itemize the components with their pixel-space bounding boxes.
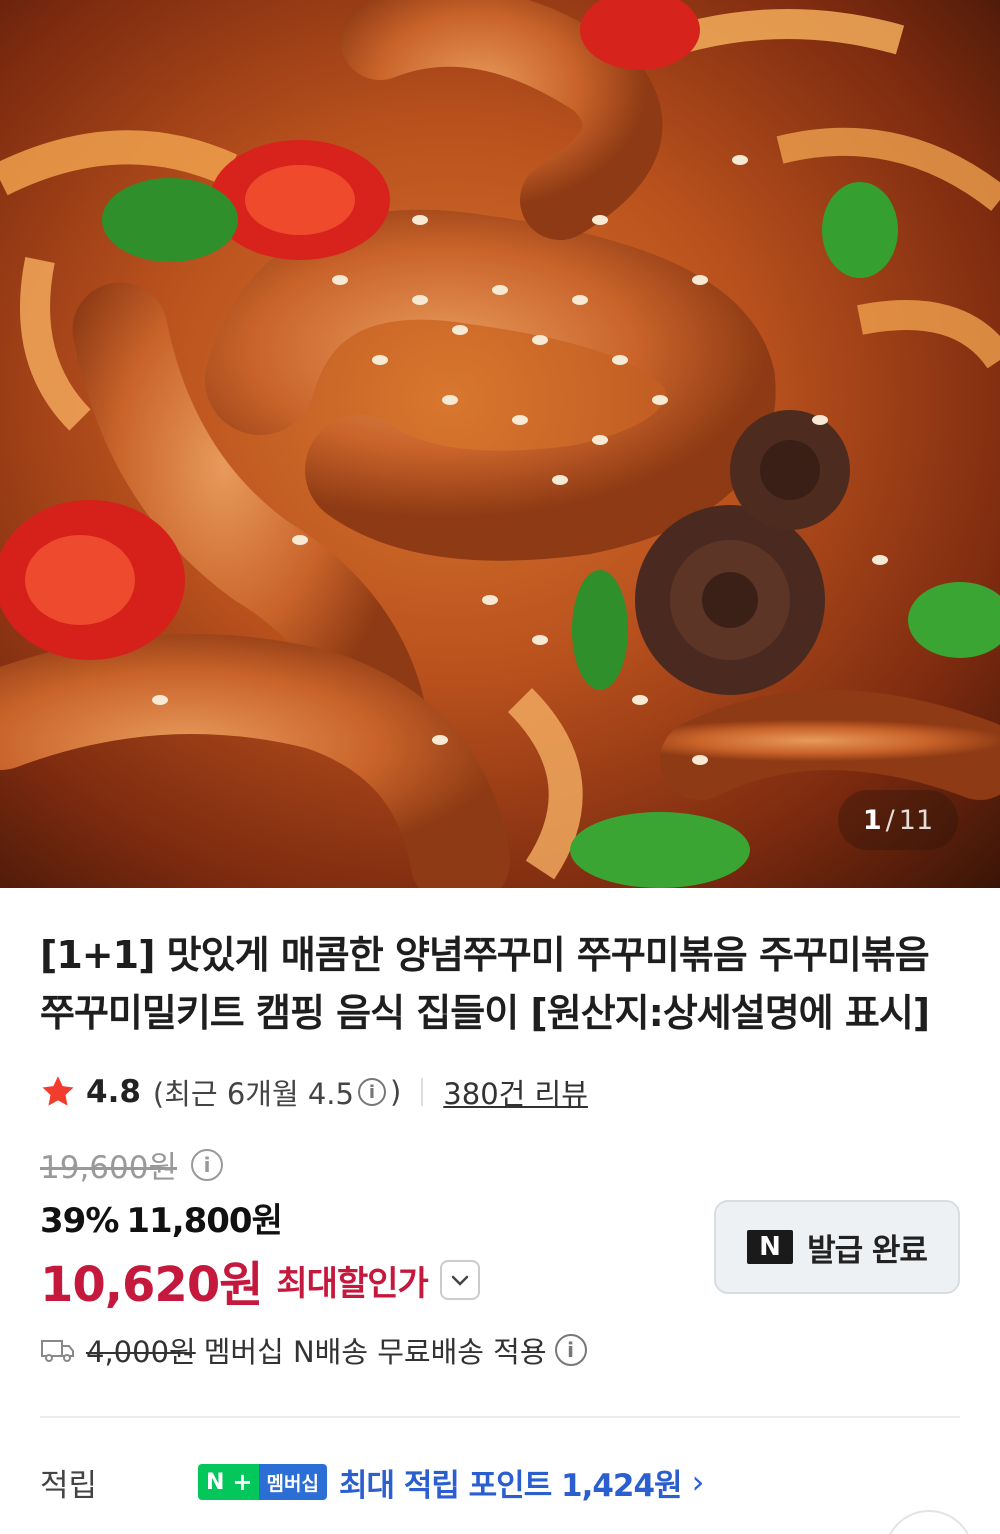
shipping-info-icon[interactable]: i xyxy=(554,1334,587,1366)
sale-price: 11,800원 xyxy=(126,1201,282,1241)
truck-icon xyxy=(41,1340,74,1362)
final-price: 10,620원 xyxy=(40,1257,263,1313)
rating-row: 4.8 (최근 6개월 4.5 i ) 380건 리뷰 xyxy=(40,1068,588,1116)
nplus-n: N xyxy=(198,1464,233,1500)
price-info-icon[interactable]: i xyxy=(191,1148,223,1181)
product-title: [1+1] 맛있게 매콤한 양념쭈꾸미 쭈꾸미볶음 주꾸미볶음 쭈꾸미밀키트 캠… xyxy=(40,933,930,1035)
max-points-text: 최대 적립 포인트 1,424원 xyxy=(338,1467,683,1504)
chevron-down-icon xyxy=(451,1275,469,1286)
counter-total: 11 xyxy=(898,804,934,836)
discount-detail-toggle[interactable] xyxy=(439,1260,480,1300)
octopus-illustration xyxy=(0,0,1000,888)
final-price-row: 10,620원 최대할인가 xyxy=(40,1245,480,1315)
shipping-row: 4,000원 멤버십 N배송 무료배송 적용 i xyxy=(40,1326,591,1374)
counter-separator: / xyxy=(885,804,895,836)
nplus-plus: + xyxy=(232,1464,259,1500)
naver-n-icon: N xyxy=(747,1230,794,1264)
rating-score: 4.8 xyxy=(86,1074,141,1110)
counter-current: 1 xyxy=(862,804,882,836)
coupon-issued-button[interactable]: N 발급 완료 xyxy=(714,1200,960,1294)
section-divider xyxy=(40,1416,960,1418)
nplus-membership-badge: N + 멤버십 xyxy=(198,1464,327,1500)
sale-price-row: 39% 11,800원 xyxy=(40,1193,283,1242)
max-discount-label: 최대할인가 xyxy=(276,1263,428,1304)
points-label: 적립 xyxy=(40,1467,98,1504)
points-row[interactable]: 적립 N + 멤버십 최대 적립 포인트 1,424원 › xyxy=(40,1458,960,1506)
shipping-text: 멤버십 N배송 무료배송 적용 xyxy=(203,1335,547,1369)
chevron-right-icon: › xyxy=(691,1463,705,1501)
review-count-link[interactable]: 380건 리뷰 xyxy=(443,1071,588,1113)
recent-rating: (최근 6개월 4.5 i ) xyxy=(153,1071,401,1113)
recent-rating-text: (최근 6개월 4.5 xyxy=(152,1077,354,1111)
discount-percent: 39% xyxy=(40,1201,119,1241)
product-image[interactable]: 1 / 11 xyxy=(0,0,1000,888)
shipping-fee: 4,000원 xyxy=(86,1335,196,1369)
info-icon[interactable]: i xyxy=(357,1078,386,1106)
original-price: 19,600원 xyxy=(40,1150,177,1186)
recent-rating-close: ) xyxy=(389,1075,402,1109)
divider xyxy=(421,1078,424,1106)
coupon-label: 발급 완료 xyxy=(807,1232,928,1269)
floating-action-button[interactable] xyxy=(884,1510,974,1534)
image-page-counter: 1 / 11 xyxy=(838,790,958,850)
nplus-member: 멤버십 xyxy=(258,1464,327,1500)
star-icon xyxy=(42,1076,74,1106)
original-price-row: 19,600원 i xyxy=(40,1142,227,1187)
